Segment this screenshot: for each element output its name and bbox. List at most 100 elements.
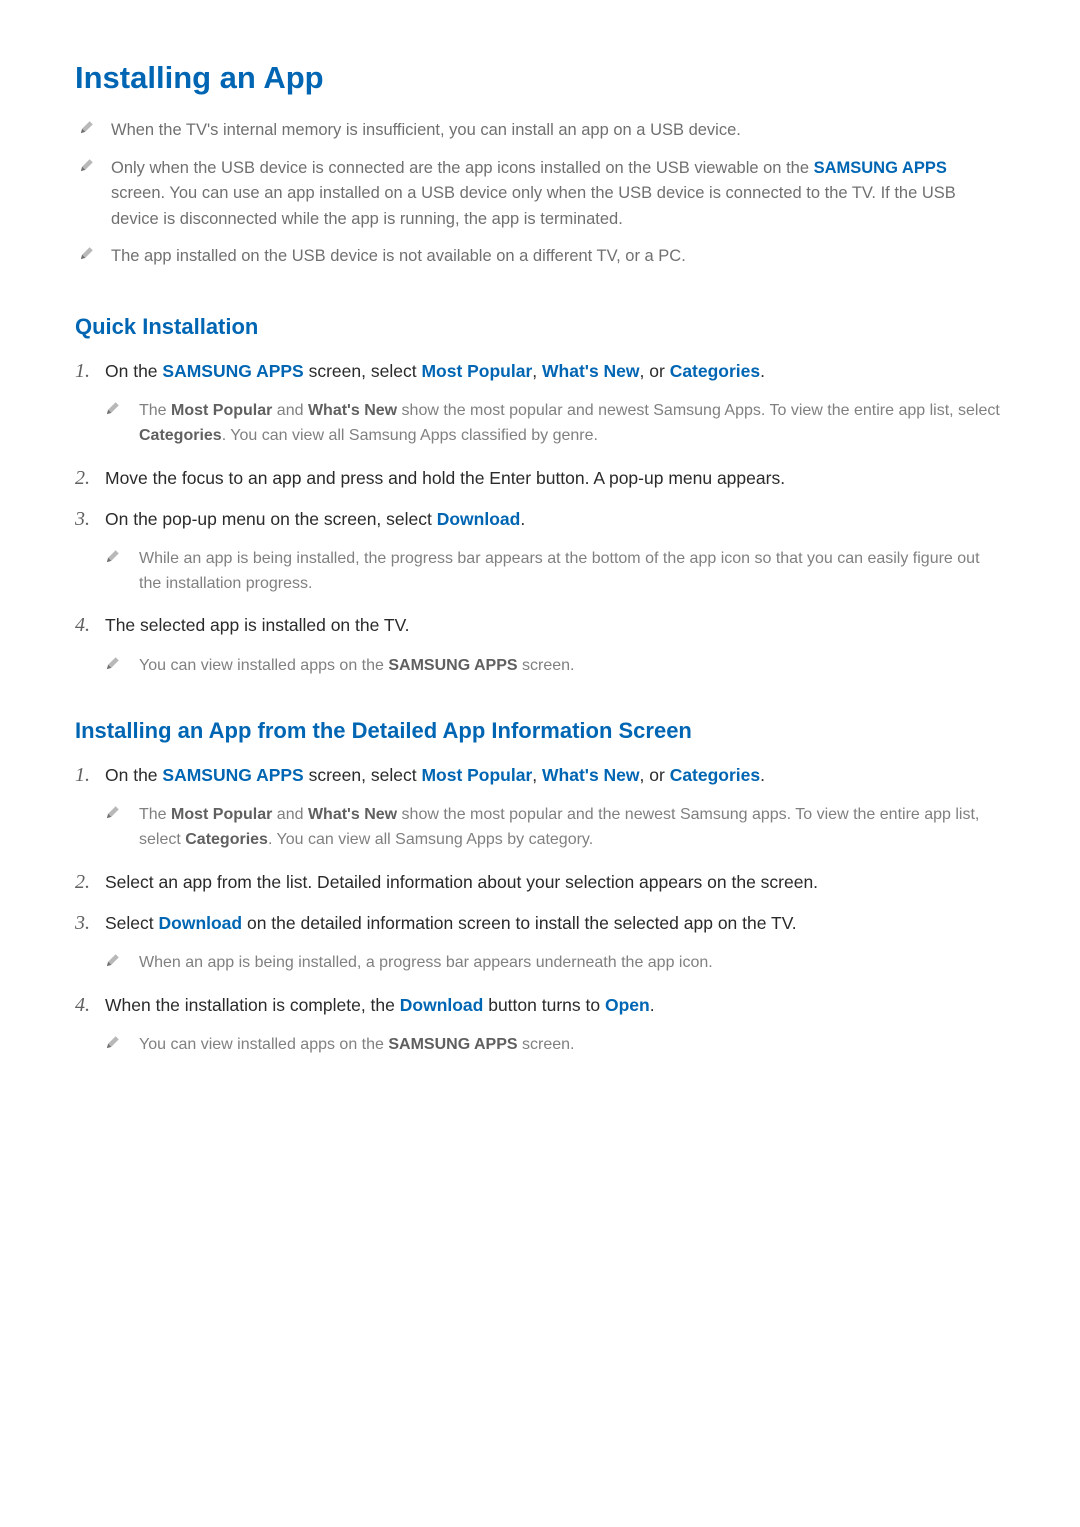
note-row: Only when the USB device is connected ar… <box>75 156 1005 233</box>
pencil-icon <box>79 158 97 173</box>
text-span: Select an app from the list. Detailed in… <box>105 872 818 892</box>
highlighted-term: What's New <box>542 361 640 381</box>
step-row: 4.When the installation is complete, the… <box>75 992 1005 1019</box>
pencil-icon <box>105 656 123 671</box>
step-row: 2.Move the focus to an app and press and… <box>75 465 1005 492</box>
highlighted-term: What's New <box>308 402 397 419</box>
section: Quick Installation 1.On the SAMSUNG APPS … <box>75 314 1005 678</box>
step-body: On the pop-up menu on the screen, select… <box>105 506 1005 533</box>
highlighted-term: What's New <box>308 806 397 823</box>
step-body: Move the focus to an app and press and h… <box>105 465 1005 492</box>
sub-note-row: You can view installed apps on the SAMSU… <box>105 654 1005 679</box>
text-span: , or <box>640 361 670 381</box>
note-text: When the TV's internal memory is insuffi… <box>111 118 741 144</box>
highlighted-term: Download <box>437 509 521 529</box>
highlighted-term: Download <box>159 913 243 933</box>
sub-note-text: You can view installed apps on the SAMSU… <box>139 654 574 679</box>
top-notes-container: When the TV's internal memory is insuffi… <box>75 118 1005 270</box>
highlighted-term: SAMSUNG APPS <box>814 159 947 177</box>
highlighted-term: Most Popular <box>421 765 532 785</box>
highlighted-term: What's New <box>542 765 640 785</box>
step-row: 2.Select an app from the list. Detailed … <box>75 869 1005 896</box>
step-number: 4. <box>75 992 105 1018</box>
text-span: The selected app is installed on the TV. <box>105 615 410 635</box>
highlighted-term: Categories <box>670 765 760 785</box>
text-span: Move the focus to an app and press and h… <box>105 468 785 488</box>
pencil-icon <box>79 120 97 135</box>
text-span: You can view installed apps on the <box>139 1036 388 1053</box>
step-body: On the SAMSUNG APPS screen, select Most … <box>105 762 1005 789</box>
highlighted-term: Most Popular <box>421 361 532 381</box>
step-body: When the installation is complete, the D… <box>105 992 1005 1019</box>
text-span: , <box>532 765 542 785</box>
sub-note-row: While an app is being installed, the pro… <box>105 547 1005 597</box>
text-span: You can view installed apps on the <box>139 657 388 674</box>
note-text: Only when the USB device is connected ar… <box>111 156 1005 233</box>
text-span: The app installed on the USB device is n… <box>111 247 686 265</box>
step-row: 1.On the SAMSUNG APPS screen, select Mos… <box>75 762 1005 789</box>
text-span: screen, select <box>304 765 422 785</box>
text-span: The <box>139 806 171 823</box>
step-number: 2. <box>75 869 105 895</box>
step-number: 3. <box>75 506 105 532</box>
text-span: When an app is being installed, a progre… <box>139 954 713 971</box>
pencil-icon <box>105 1035 123 1050</box>
note-row: The app installed on the USB device is n… <box>75 244 1005 270</box>
sub-note-row: The Most Popular and What's New show the… <box>105 399 1005 449</box>
text-span: , <box>532 361 542 381</box>
step-body: Select an app from the list. Detailed in… <box>105 869 1005 896</box>
sub-note-text: The Most Popular and What's New show the… <box>139 399 1005 449</box>
highlighted-term: Categories <box>139 427 222 444</box>
highlighted-term: SAMSUNG APPS <box>162 361 303 381</box>
text-span: . <box>760 361 765 381</box>
step-row: 4.The selected app is installed on the T… <box>75 612 1005 639</box>
step-number: 1. <box>75 358 105 384</box>
sub-note-text: When an app is being installed, a progre… <box>139 951 713 976</box>
text-span: . You can view all Samsung Apps by categ… <box>268 831 593 848</box>
text-span: Select <box>105 913 159 933</box>
text-span: . You can view all Samsung Apps classifi… <box>222 427 598 444</box>
step-row: 3.Select Download on the detailed inform… <box>75 910 1005 937</box>
step-body: On the SAMSUNG APPS screen, select Most … <box>105 358 1005 385</box>
section: Installing an App from the Detailed App … <box>75 718 1005 1058</box>
note-text: The app installed on the USB device is n… <box>111 244 686 270</box>
text-span: screen, select <box>304 361 422 381</box>
pencil-icon <box>105 401 123 416</box>
highlighted-term: Categories <box>185 831 268 848</box>
step-number: 3. <box>75 910 105 936</box>
text-span: and <box>272 806 308 823</box>
text-span: . <box>760 765 765 785</box>
sub-note-text: While an app is being installed, the pro… <box>139 547 1005 597</box>
sections-container: Quick Installation1.On the SAMSUNG APPS … <box>75 314 1005 1058</box>
sub-note-row: The Most Popular and What's New show the… <box>105 803 1005 853</box>
text-span: screen. You can use an app installed on … <box>111 184 956 228</box>
highlighted-term: Most Popular <box>171 402 272 419</box>
text-span: When the installation is complete, the <box>105 995 400 1015</box>
text-span: . <box>650 995 655 1015</box>
text-span: . <box>520 509 525 529</box>
step-number: 2. <box>75 465 105 491</box>
step-number: 4. <box>75 612 105 638</box>
step-body: The selected app is installed on the TV. <box>105 612 1005 639</box>
text-span: show the most popular and newest Samsung… <box>397 402 1000 419</box>
text-span: on the detailed information screen to in… <box>242 913 797 933</box>
section-title: Quick Installation <box>75 314 1005 340</box>
section-title: Installing an App from the Detailed App … <box>75 718 1005 744</box>
highlighted-term: SAMSUNG APPS <box>388 657 517 674</box>
step-body: Select Download on the detailed informat… <box>105 910 1005 937</box>
text-span: When the TV's internal memory is insuffi… <box>111 121 741 139</box>
text-span: screen. <box>518 1036 575 1053</box>
text-span: While an app is being installed, the pro… <box>139 550 980 592</box>
highlighted-term: SAMSUNG APPS <box>388 1036 517 1053</box>
text-span: , or <box>640 765 670 785</box>
step-number: 1. <box>75 762 105 788</box>
text-span: On the <box>105 361 162 381</box>
page-title: Installing an App <box>75 60 1005 96</box>
sub-note-text: You can view installed apps on the SAMSU… <box>139 1033 574 1058</box>
note-row: When the TV's internal memory is insuffi… <box>75 118 1005 144</box>
text-span: screen. <box>518 657 575 674</box>
step-row: 1.On the SAMSUNG APPS screen, select Mos… <box>75 358 1005 385</box>
highlighted-term: Download <box>400 995 484 1015</box>
text-span: On the <box>105 765 162 785</box>
text-span: button turns to <box>483 995 605 1015</box>
